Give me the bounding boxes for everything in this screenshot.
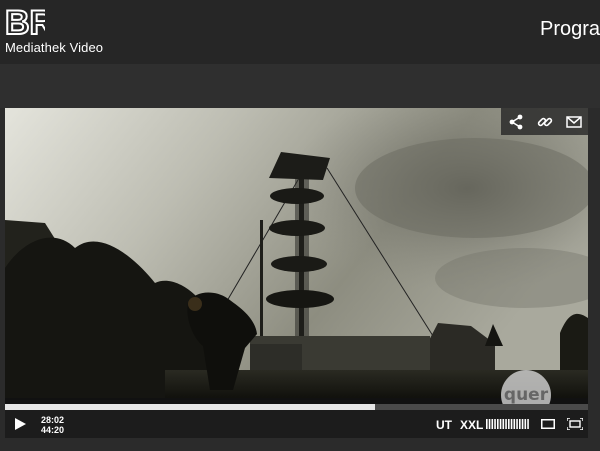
windowed-mode-button[interactable] [541,419,555,429]
header-spacer [0,64,600,108]
fullscreen-icon [569,420,581,428]
volume-bar [505,419,507,429]
volume-bar [524,419,527,429]
logo-text: BR [5,4,45,38]
window-icon [541,419,555,429]
current-time: 28:02 [41,415,65,425]
volume-bar [510,419,513,429]
duration: 44:20 [41,425,65,435]
volume-bar [527,419,529,429]
site-header: BR Mediathek Video Progra [0,0,600,64]
volume-bar [499,419,502,429]
volume-bar [494,419,496,429]
volume-bar [519,419,521,429]
volume-bar [497,419,499,429]
volume-bar [502,419,505,429]
subtitles-button[interactable]: UT [436,418,452,432]
volume-slider[interactable] [486,419,530,429]
share-icon[interactable] [507,113,525,131]
share-toolbar [501,108,588,135]
volume-bar [491,419,494,429]
play-button[interactable] [13,417,27,431]
volume-bar [488,419,491,429]
volume-bar [486,419,488,429]
fullscreen-button[interactable] [567,418,583,430]
time-display: 28:02 44:20 [41,415,64,435]
volume-bar [516,419,518,429]
video-player[interactable]: quer 28:02 44:20 UT XXL [5,108,588,438]
quality-button[interactable]: XXL [460,418,483,432]
play-icon [15,418,26,430]
site-subtitle: Mediathek Video [5,40,104,55]
volume-bar [508,419,510,429]
mail-icon[interactable] [565,113,583,131]
link-icon[interactable] [536,113,554,131]
volume-bar [521,419,524,429]
br-logo[interactable]: BR [5,4,45,38]
video-frame[interactable] [5,108,588,404]
control-bar: 28:02 44:20 UT XXL [5,410,588,438]
volume-bar [513,419,516,429]
nav-programme-link[interactable]: Progra [540,18,600,41]
